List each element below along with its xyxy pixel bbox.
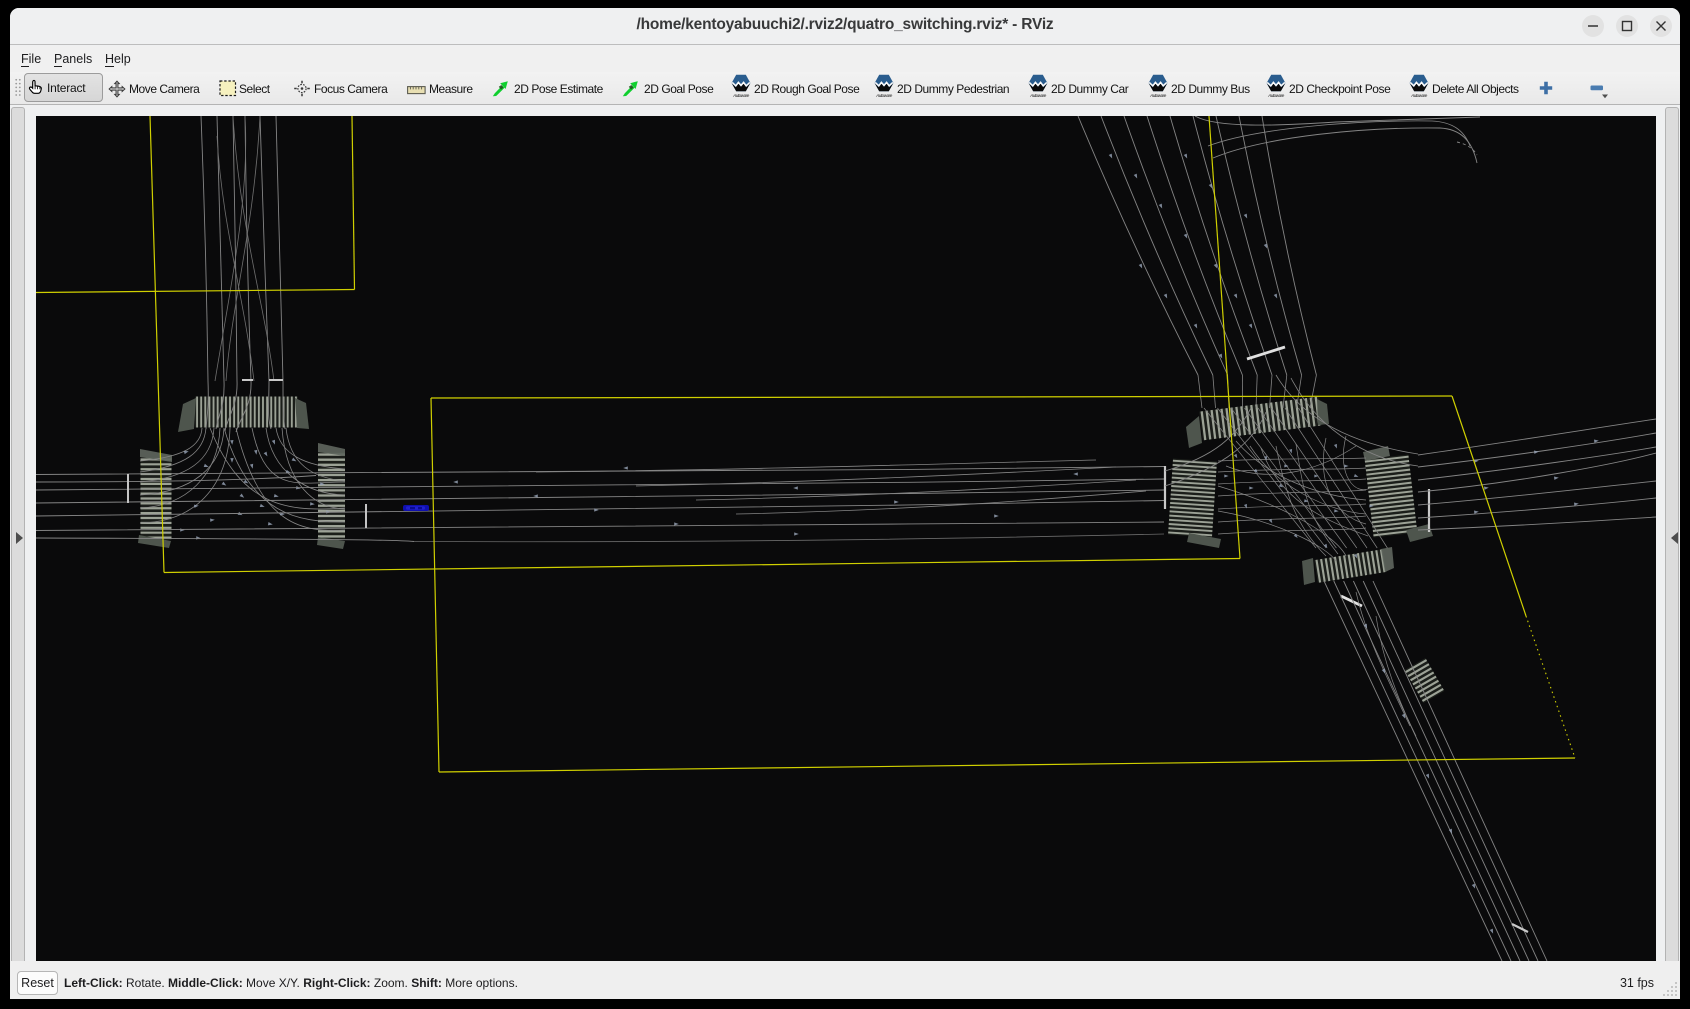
svg-text:Autoware: Autoware — [1410, 93, 1428, 98]
svg-text:Autoware: Autoware — [875, 93, 893, 98]
svg-text:Autoware: Autoware — [1149, 93, 1167, 98]
svg-text:Autoware: Autoware — [1267, 93, 1285, 98]
svg-text:Autoware: Autoware — [732, 93, 750, 98]
svg-text:Autoware: Autoware — [1029, 93, 1047, 98]
